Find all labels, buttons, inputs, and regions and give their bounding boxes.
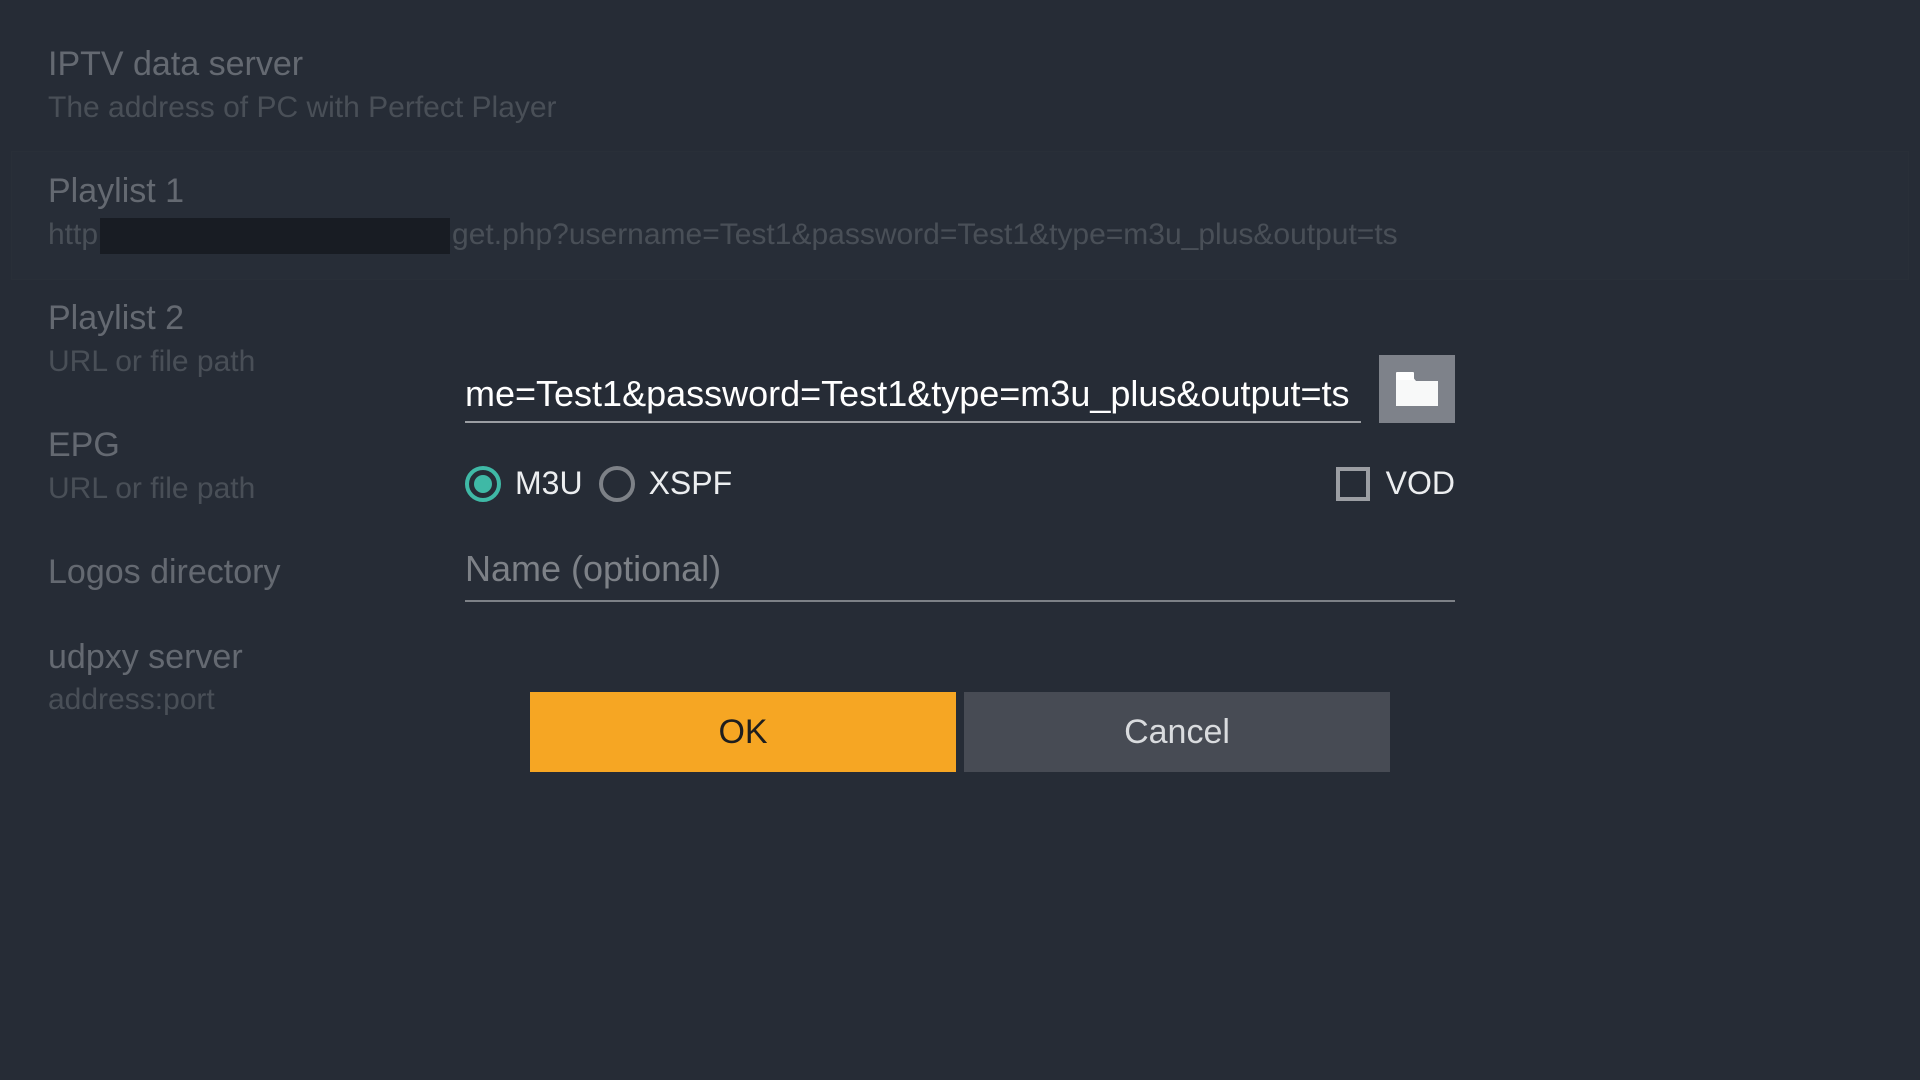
browse-button[interactable] — [1379, 355, 1455, 423]
checkbox-vod[interactable]: VOD — [1336, 465, 1455, 502]
setting-playlist-1: Playlist 1 http get.php?username=Test1&pa… — [12, 152, 1908, 279]
url-row — [465, 355, 1455, 423]
playlist-name-input[interactable] — [465, 548, 1455, 602]
radio-circle-icon — [599, 466, 635, 502]
folder-icon — [1394, 370, 1440, 408]
setting-subtitle: http get.php?username=Test1&password=Test… — [48, 215, 1872, 256]
playlist-edit-dialog: M3U XSPF VOD OK Cancel — [465, 355, 1455, 772]
radio-circle-icon — [465, 466, 501, 502]
setting-title: IPTV data server — [48, 43, 1872, 86]
url-suffix: get.php?username=Test1&password=Test1&ty… — [452, 218, 1398, 251]
ok-button[interactable]: OK — [530, 692, 956, 772]
format-options-row: M3U XSPF VOD — [465, 465, 1455, 502]
radio-label: XSPF — [649, 465, 733, 502]
url-prefix: http — [48, 218, 98, 251]
playlist-url-input[interactable] — [465, 373, 1361, 423]
radio-m3u[interactable]: M3U — [465, 465, 583, 502]
dialog-button-row: OK Cancel — [465, 692, 1455, 772]
setting-title: Playlist 2 — [48, 297, 1872, 340]
radio-label: M3U — [515, 465, 583, 502]
checkbox-box-icon — [1336, 467, 1370, 501]
setting-iptv-server: IPTV data server The address of PC with … — [48, 25, 1872, 152]
setting-subtitle: The address of PC with Perfect Player — [48, 88, 1872, 129]
redacted-block — [100, 218, 450, 254]
setting-title: Playlist 1 — [48, 170, 1872, 213]
radio-xspf[interactable]: XSPF — [599, 465, 733, 502]
checkbox-label: VOD — [1386, 465, 1455, 502]
cancel-button[interactable]: Cancel — [964, 692, 1390, 772]
